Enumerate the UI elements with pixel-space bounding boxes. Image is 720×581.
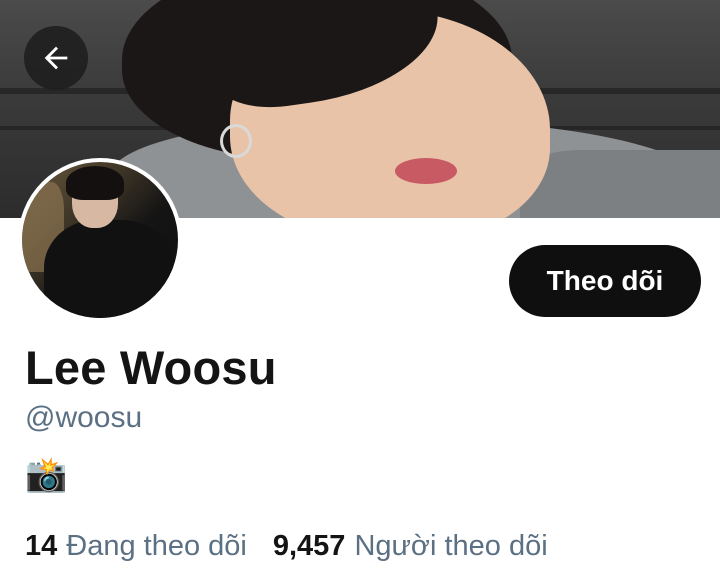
banner-lips xyxy=(395,158,457,184)
profile-avatar[interactable] xyxy=(18,158,182,322)
following-label: Đang theo dõi xyxy=(66,530,247,562)
avatar-hair xyxy=(66,166,124,200)
followers-count: 9,457 xyxy=(272,530,346,562)
profile-stats: 14 Đang theo dõi 9,457 Người theo dõi xyxy=(25,530,548,563)
arrow-left-icon xyxy=(44,46,68,70)
banner-earring xyxy=(220,124,252,158)
back-button[interactable] xyxy=(24,26,88,90)
follow-button[interactable]: Theo dõi xyxy=(509,245,701,317)
profile-name: Lee Woosu xyxy=(25,341,277,394)
followers-label: Người theo dõi xyxy=(354,530,548,562)
avatar-body xyxy=(44,220,174,318)
banner-shirt xyxy=(520,150,720,218)
profile-bio: 📸 xyxy=(25,456,68,494)
following-count: 14 xyxy=(25,530,58,562)
following-stat[interactable]: 14 Đang theo dõi xyxy=(25,530,247,563)
profile-handle: @woosu xyxy=(25,401,143,434)
followers-stat[interactable]: 9,457 Người theo dõi xyxy=(273,530,548,563)
